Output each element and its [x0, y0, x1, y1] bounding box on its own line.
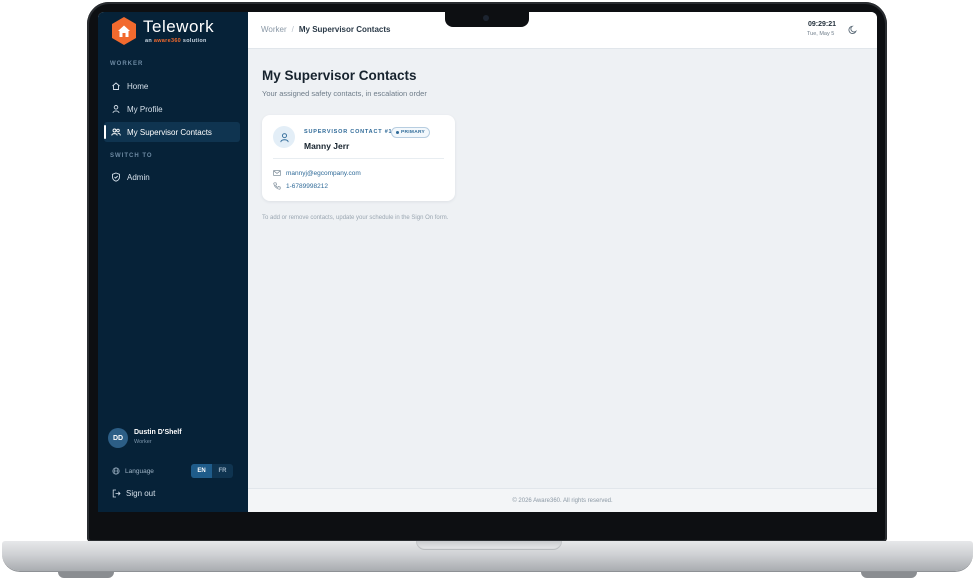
home-icon: [111, 81, 121, 91]
footer: © 2026 Aware360. All rights reserved.: [248, 488, 877, 512]
user-profile[interactable]: DD Dustin D'Shelf Worker: [108, 428, 238, 452]
brand-sub-suffix: solution: [182, 38, 207, 44]
breadcrumb-root[interactable]: Worker: [261, 25, 287, 34]
sidebar-item-my-profile[interactable]: My Profile: [104, 99, 240, 119]
contact-avatar: [273, 126, 295, 148]
user-role: Worker: [134, 439, 152, 445]
sidebar-item-label: Home: [127, 81, 149, 91]
sidebar-item-supervisor-contacts[interactable]: My Supervisor Contacts: [104, 122, 240, 142]
supervisor-contact-card: SUPERVISOR CONTACT #1 PRIMARY Manny Jerr…: [262, 115, 455, 201]
language-switcher: Language EN FR: [112, 464, 234, 478]
brand-sub-name: aware360: [153, 38, 182, 44]
user-name: Dustin D'Shelf: [134, 429, 182, 436]
globe-icon: [112, 467, 120, 475]
screen: Telework an aware360 solution WORKER Hom…: [98, 12, 877, 512]
app-logo[interactable]: Telework an aware360 solution: [110, 16, 240, 48]
card-divider: [273, 158, 444, 159]
language-option-en[interactable]: EN: [191, 464, 212, 478]
sign-out-label: Sign out: [126, 489, 156, 498]
badge-dot: [396, 131, 399, 134]
brand-sub-prefix: an: [145, 38, 153, 44]
contact-name: Manny Jerr: [304, 141, 350, 151]
mail-icon: [273, 169, 281, 177]
page-subtitle: Your assigned safety contacts, in escala…: [262, 89, 427, 98]
primary-badge: PRIMARY: [391, 127, 431, 138]
clock-time: 09:29:21: [808, 21, 837, 28]
badge-text: PRIMARY: [401, 130, 426, 135]
house-shield-icon: [112, 17, 136, 45]
user-icon: [111, 104, 121, 114]
clock-date: Tue, May 5: [807, 31, 835, 37]
laptop-foot-right: [861, 572, 917, 578]
laptop-foot-left: [58, 572, 114, 578]
sidebar-item-label: My Supervisor Contacts: [127, 127, 212, 137]
users-icon: [111, 127, 121, 137]
brand-title: Telework: [143, 17, 215, 36]
sidebar: Telework an aware360 solution WORKER Hom…: [98, 12, 248, 512]
moon-icon[interactable]: [848, 25, 858, 35]
contact-phone-value: 1-6789998212: [286, 182, 328, 190]
sidebar-item-home[interactable]: Home: [104, 76, 240, 96]
sign-out-icon: [112, 489, 121, 498]
breadcrumb-current: My Supervisor Contacts: [298, 25, 391, 34]
contact-email-value: mannyj@egcompany.com: [286, 169, 361, 177]
sidebar-item-label: My Profile: [127, 104, 163, 114]
laptop-groove: [416, 541, 562, 550]
topbar: Worker / My Supervisor Contacts 09:29:21 T…: [248, 12, 877, 49]
breadcrumb-separator: /: [291, 25, 294, 34]
camera-icon: [483, 15, 489, 21]
page-title: My Supervisor Contacts: [262, 68, 417, 83]
contact-phone[interactable]: 1-6789998212: [273, 182, 328, 190]
laptop-base: [2, 541, 973, 571]
language-label: Language: [125, 467, 154, 475]
language-toggle: EN FR: [191, 464, 233, 478]
contact-email[interactable]: mannyj@egcompany.com: [273, 169, 361, 177]
sidebar-item-admin[interactable]: Admin: [104, 167, 240, 187]
camera-notch: [445, 12, 529, 27]
sign-out-button[interactable]: Sign out: [112, 489, 155, 498]
phone-icon: [273, 182, 281, 190]
breadcrumb: Worker / My Supervisor Contacts: [261, 25, 390, 34]
sidebar-item-label: Admin: [127, 172, 150, 182]
contact-label: SUPERVISOR CONTACT #1: [304, 129, 393, 135]
section-label-switch: SWITCH TO: [110, 153, 153, 159]
section-label-worker: WORKER: [110, 61, 144, 67]
avatar: DD: [108, 428, 128, 448]
brand-subtitle: an aware360 solution: [145, 38, 207, 44]
contacts-hint: To add or remove contacts, update your s…: [262, 215, 449, 221]
user-icon: [279, 132, 289, 142]
language-option-fr[interactable]: FR: [212, 464, 233, 478]
footer-text: © 2026 Aware360. All rights reserved.: [512, 498, 613, 504]
shield-icon: [111, 172, 121, 182]
